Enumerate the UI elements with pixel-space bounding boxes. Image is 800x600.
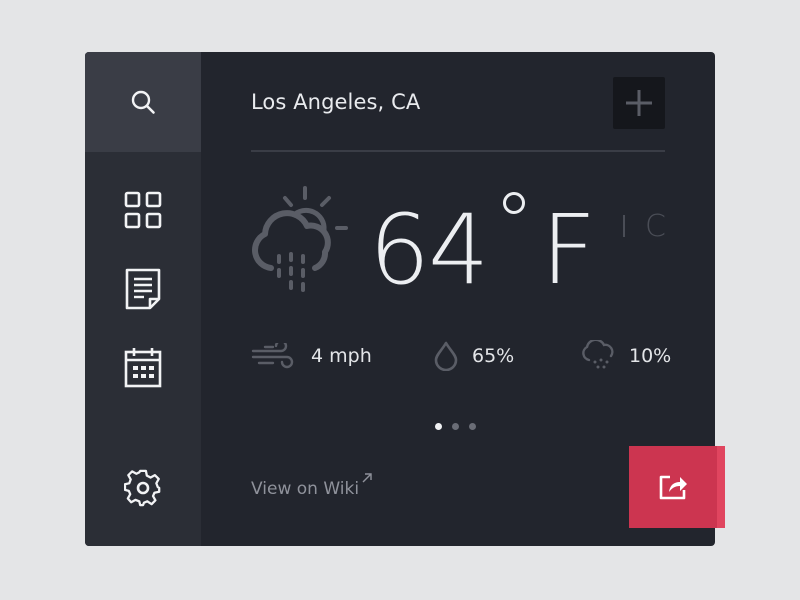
sidebar-item-document[interactable] bbox=[85, 249, 201, 329]
partly-cloudy-rain-icon bbox=[252, 186, 348, 292]
page-dot-1[interactable] bbox=[435, 423, 442, 430]
droplet-icon bbox=[434, 341, 458, 371]
page-indicator bbox=[435, 423, 476, 430]
location-title: Los Angeles, CA bbox=[251, 90, 421, 114]
external-link-icon bbox=[362, 473, 372, 483]
sidebar bbox=[85, 52, 201, 546]
calendar-icon bbox=[124, 348, 162, 388]
humidity-stat: 65% bbox=[434, 336, 514, 376]
wind-speed-value: 4 mph bbox=[311, 345, 372, 367]
share-button[interactable] bbox=[629, 446, 725, 528]
weather-widget: Los Angeles, CA 64 F C 4 mph 65% 10% Vie… bbox=[85, 52, 725, 546]
sidebar-item-search[interactable] bbox=[85, 52, 201, 152]
degree-symbol bbox=[503, 192, 525, 214]
share-icon bbox=[659, 475, 687, 500]
search-icon bbox=[131, 90, 155, 114]
plus-icon bbox=[626, 90, 652, 116]
grid-icon bbox=[124, 191, 162, 229]
precipitation-value: 10% bbox=[629, 345, 672, 367]
temperature-value: 64 bbox=[369, 194, 489, 306]
wind-icon bbox=[251, 343, 294, 369]
unit-separator bbox=[623, 215, 625, 237]
sidebar-item-calendar[interactable] bbox=[85, 328, 201, 408]
gear-icon bbox=[124, 469, 161, 507]
page-dot-2[interactable] bbox=[452, 423, 459, 430]
sidebar-item-grid[interactable] bbox=[85, 170, 201, 250]
divider bbox=[251, 150, 665, 152]
wind-stat: 4 mph bbox=[251, 336, 372, 376]
view-on-wiki-link[interactable]: View on Wiki bbox=[251, 472, 359, 506]
rain-cloud-icon bbox=[582, 340, 614, 369]
add-location-button[interactable] bbox=[613, 77, 665, 129]
weather-condition bbox=[249, 186, 353, 302]
page-dot-3[interactable] bbox=[469, 423, 476, 430]
unit-fahrenheit-toggle[interactable]: F bbox=[541, 190, 596, 310]
humidity-value: 65% bbox=[472, 345, 515, 367]
precipitation-stat: 10% bbox=[581, 336, 671, 376]
document-icon bbox=[125, 268, 161, 310]
sidebar-item-settings[interactable] bbox=[85, 448, 201, 528]
unit-celsius-toggle[interactable]: C bbox=[645, 210, 665, 244]
